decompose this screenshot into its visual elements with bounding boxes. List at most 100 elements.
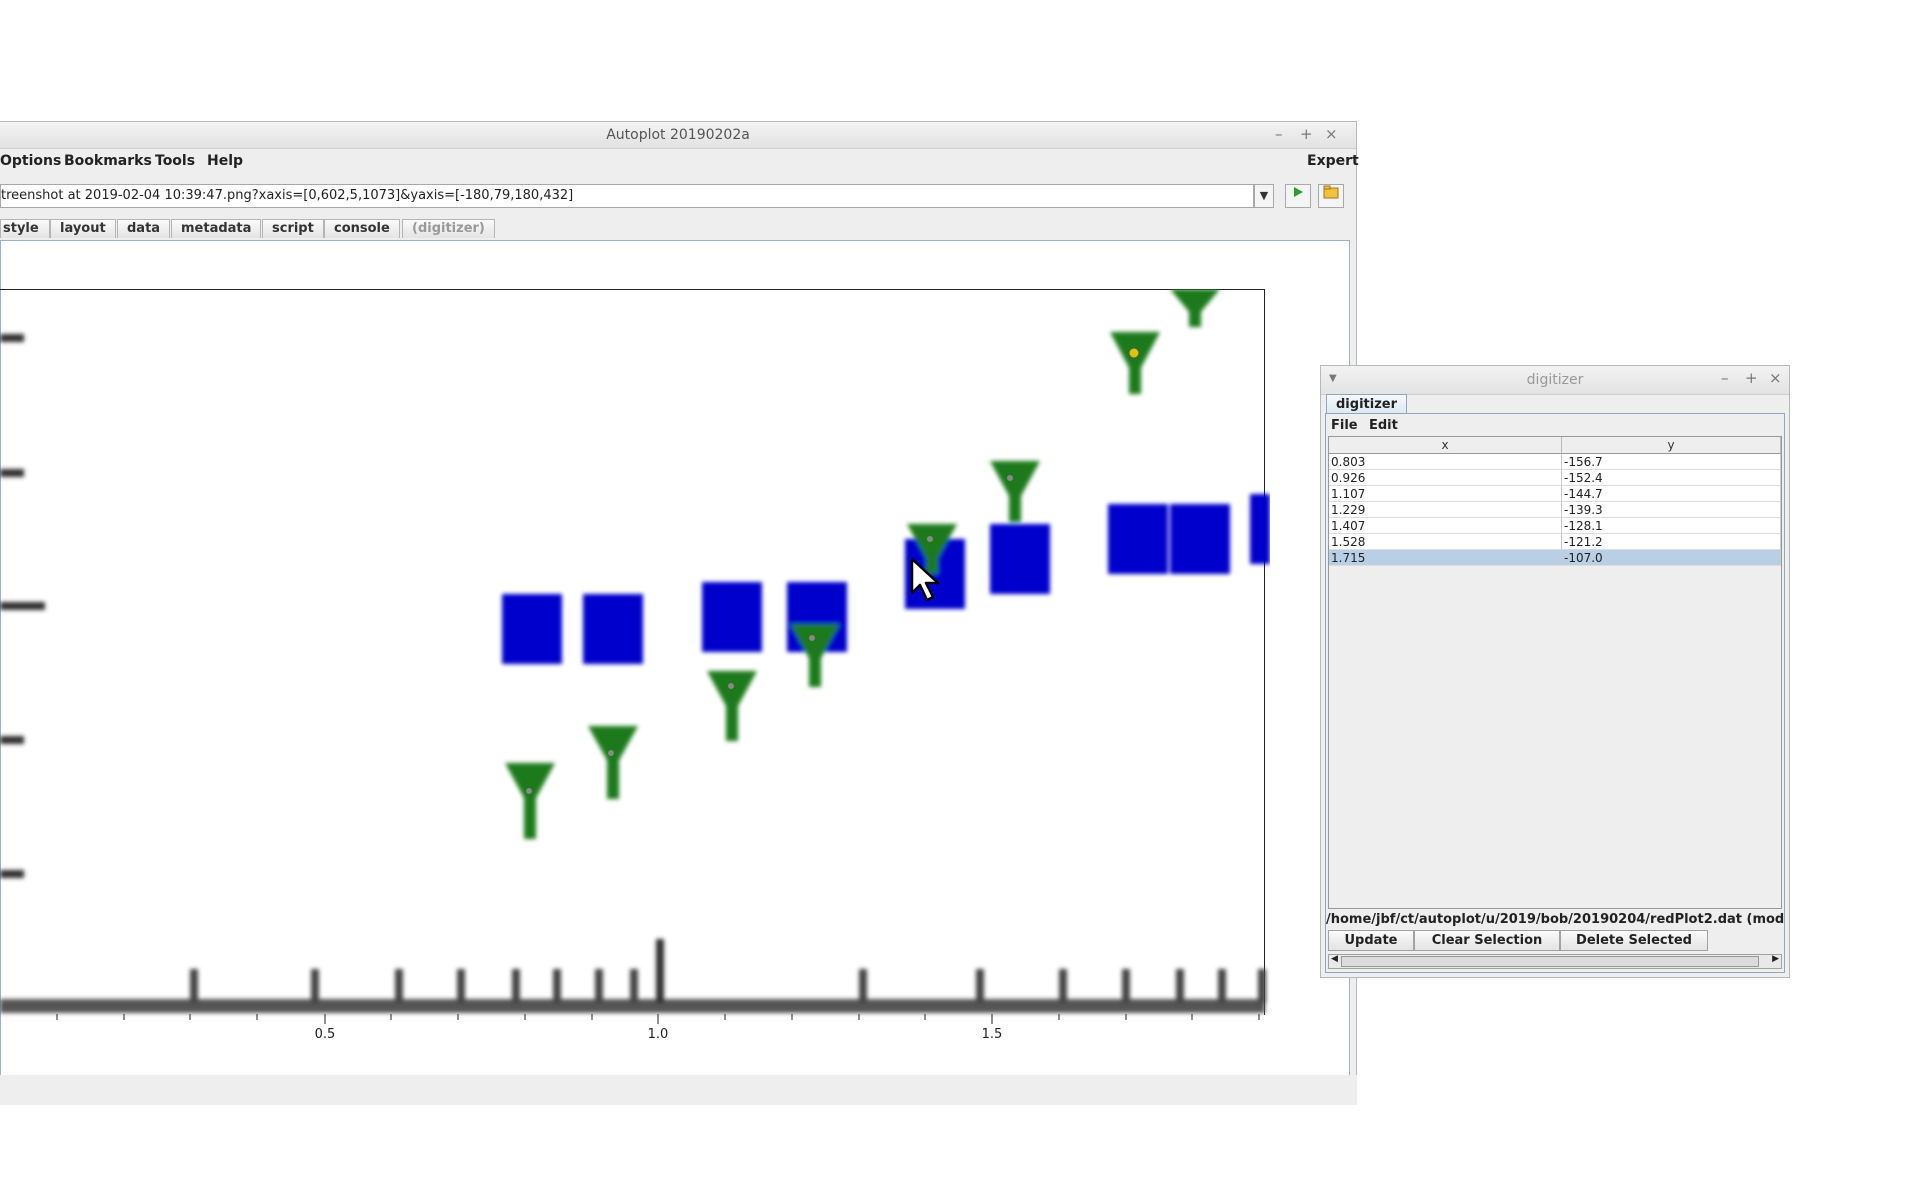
image-xtick <box>457 969 465 1003</box>
table-cell-y[interactable]: -128.1 <box>1562 518 1781 534</box>
x-tick-label: 1.0 <box>647 1027 669 1042</box>
blue-square-marker <box>1170 504 1230 574</box>
table-row[interactable]: 1.229 -139.3 <box>1329 502 1781 518</box>
delete-selected-button[interactable]: Delete Selected <box>1560 930 1708 951</box>
data-source-url-field[interactable]: treenshot at 2019-02-04 10:39:47.png?xax… <box>0 184 1254 208</box>
image-ytick <box>0 602 45 610</box>
close-button[interactable]: × <box>1325 125 1338 143</box>
table-row[interactable]: 0.803 -156.7 <box>1329 454 1781 470</box>
table-cell-y[interactable]: -121.2 <box>1562 534 1781 550</box>
image-xtick <box>1258 969 1266 1003</box>
digitizer-maximize-button[interactable]: + <box>1745 369 1758 387</box>
tab-script[interactable]: script <box>262 219 324 238</box>
scrollbar-thumb[interactable] <box>1341 956 1759 967</box>
table-cell-x[interactable]: 1.528 <box>1329 534 1562 550</box>
menu-bookmarks[interactable]: Bookmarks <box>64 153 152 169</box>
go-button[interactable] <box>1285 184 1311 208</box>
image-xtick <box>1059 969 1067 1003</box>
digitized-point[interactable] <box>526 788 532 794</box>
minimize-button[interactable]: – <box>1275 125 1283 143</box>
mouse-pointer-icon <box>910 557 940 602</box>
green-triangle-marker <box>607 757 619 799</box>
column-header-y[interactable]: y <box>1562 437 1781 454</box>
blue-square-marker <box>702 582 762 652</box>
digitizer-minimize-button[interactable]: – <box>1721 369 1729 387</box>
digitizer-titlebar[interactable]: ▼ digitizer – + × <box>1321 366 1789 395</box>
status-bar <box>0 1075 1357 1105</box>
image-xtick <box>1176 969 1184 1003</box>
tab-metadata[interactable]: metadata <box>171 219 262 238</box>
image-xtick <box>859 969 867 1003</box>
image-xtick <box>630 969 638 1003</box>
menu-help[interactable]: Help <box>207 153 243 169</box>
image-ytick <box>0 469 24 477</box>
green-triangle-marker <box>726 699 738 741</box>
green-triangle-marker <box>809 649 821 687</box>
maximize-button[interactable]: + <box>1300 125 1313 143</box>
play-icon <box>1294 187 1303 197</box>
table-row[interactable]: 1.107 -144.7 <box>1329 486 1781 502</box>
image-xtick <box>311 969 319 1003</box>
blue-square-marker <box>583 594 643 664</box>
digitized-point[interactable] <box>728 683 734 689</box>
tab-layout[interactable]: layout <box>50 219 116 238</box>
clear-selection-button[interactable]: Clear Selection <box>1414 930 1560 951</box>
digitizer-table[interactable]: x y 0.803 -156.7 0.926 -152.4 1.107 -144.7 1.2… <box>1328 436 1782 909</box>
blue-square-marker <box>1250 494 1270 564</box>
digitized-point[interactable] <box>1007 475 1013 481</box>
scroll-left-icon[interactable]: ◀ <box>1331 954 1338 964</box>
table-cell-y[interactable]: -107.0 <box>1562 550 1781 566</box>
table-row[interactable]: 1.407 -128.1 <box>1329 518 1781 534</box>
scroll-right-icon[interactable]: ▶ <box>1772 954 1779 964</box>
table-cell-x[interactable]: 1.715 <box>1329 550 1562 566</box>
digitizer-window: ▼ digitizer – + × digitizer File Edit x … <box>1320 365 1790 978</box>
table-cell-y[interactable]: -152.4 <box>1562 470 1781 486</box>
tab-data[interactable]: data <box>117 219 171 238</box>
digitizer-close-button[interactable]: × <box>1769 369 1782 387</box>
tab-console[interactable]: console <box>324 219 400 238</box>
table-row[interactable]: 0.926 -152.4 <box>1329 470 1781 486</box>
digitizer-menu-edit[interactable]: Edit <box>1369 418 1398 433</box>
table-row[interactable]: 1.528 -121.2 <box>1329 534 1781 550</box>
menu-tools[interactable]: Tools <box>155 153 195 169</box>
table-cell-x[interactable]: 1.107 <box>1329 486 1562 502</box>
column-header-x[interactable]: x <box>1329 437 1562 454</box>
tab-style[interactable]: style <box>0 219 50 238</box>
image-xtick <box>395 969 403 1003</box>
main-titlebar[interactable]: Autoplot 20190202a – + × <box>0 122 1356 149</box>
table-cell-x[interactable]: 1.229 <box>1329 502 1562 518</box>
x-tick-label: 0.5 <box>314 1027 336 1042</box>
digitized-point[interactable] <box>927 536 933 542</box>
table-cell-x[interactable]: 0.926 <box>1329 470 1562 486</box>
menu-expert[interactable]: Expert <box>1307 153 1359 169</box>
table-cell-y[interactable]: -144.7 <box>1562 486 1781 502</box>
update-button[interactable]: Update <box>1328 930 1414 951</box>
open-file-button[interactable] <box>1318 184 1344 208</box>
table-cell-y[interactable]: -139.3 <box>1562 502 1781 518</box>
menu-options[interactable]: Options <box>0 153 61 169</box>
menubar: Options Bookmarks Tools Help Expert <box>0 149 1359 173</box>
digitizer-menu-file[interactable]: File <box>1331 418 1358 433</box>
green-triangle-marker <box>524 794 536 839</box>
x-tick-label: 1.5 <box>981 1027 1003 1042</box>
tab-digitizer[interactable]: (digitizer) <box>402 219 495 238</box>
table-row[interactable]: 1.715 -107.0 <box>1329 550 1781 566</box>
table-cell-y[interactable]: -156.7 <box>1562 454 1781 470</box>
digitizer-tab[interactable]: digitizer <box>1326 394 1407 414</box>
image-xtick <box>595 969 603 1003</box>
file-path-label: /home/jbf/ct/autoplot/u/2019/bob/2019020… <box>1326 912 1784 927</box>
digitized-point[interactable] <box>809 635 815 641</box>
digitized-point[interactable] <box>608 750 614 756</box>
table-cell-x[interactable]: 0.803 <box>1329 454 1562 470</box>
window-title: Autoplot 20190202a <box>606 127 750 143</box>
url-dropdown-button[interactable]: ▼ <box>1254 184 1274 208</box>
image-ytick <box>0 736 24 744</box>
image-xtick <box>512 969 520 1003</box>
digitizer-panel: File Edit x y 0.803 -156.7 0.926 -152.4 1.10… <box>1325 413 1785 973</box>
horizontal-scrollbar[interactable]: ◀ ▶ <box>1328 954 1782 969</box>
selected-digitized-point[interactable] <box>1128 347 1140 359</box>
image-ytick <box>0 334 24 342</box>
green-triangle-marker <box>1189 299 1201 327</box>
table-cell-x[interactable]: 1.407 <box>1329 518 1562 534</box>
digitizer-title: digitizer <box>1526 372 1584 388</box>
